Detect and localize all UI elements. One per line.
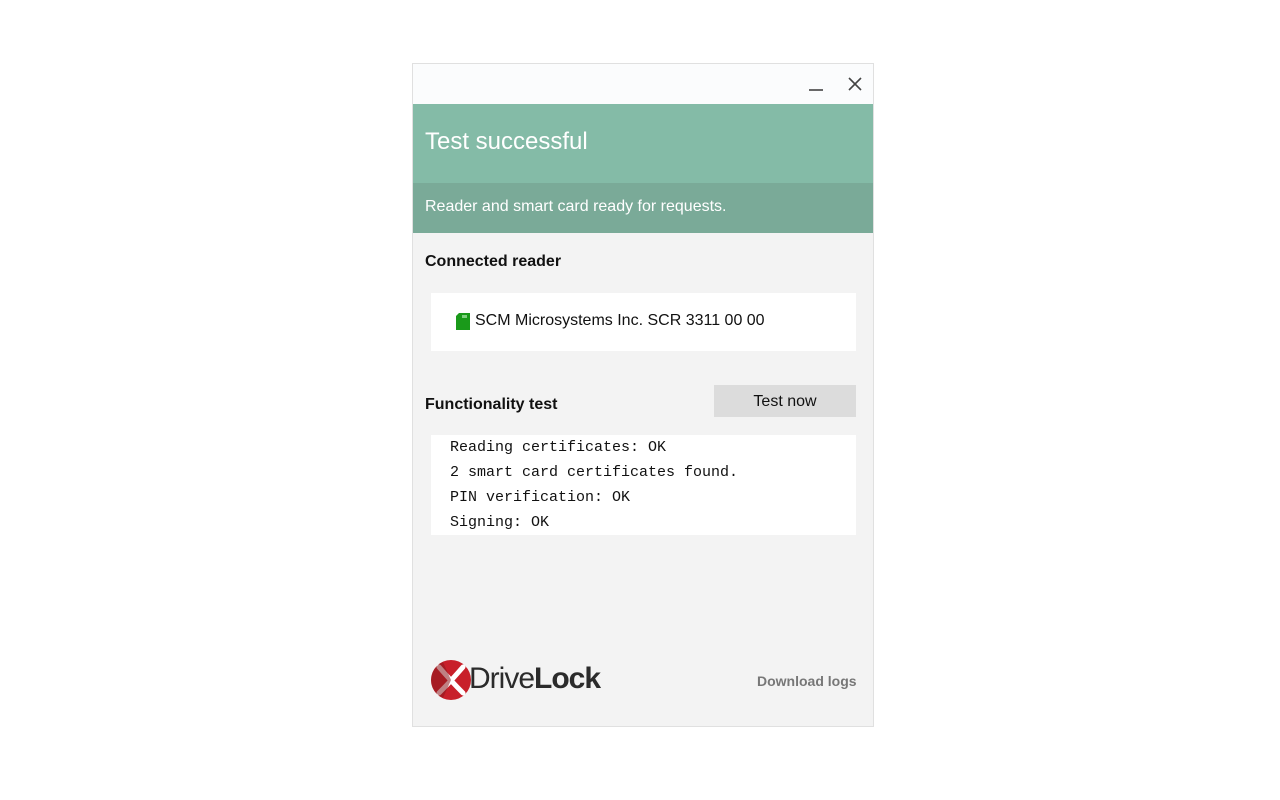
title-bar	[413, 64, 873, 104]
reader-name: SCM Microsystems Inc. SCR 3311 00 00	[475, 312, 765, 329]
drivelock-wordmark: DriveLock	[469, 662, 601, 696]
close-button[interactable]	[843, 72, 867, 96]
reader-item: SCM Microsystems Inc. SCR 3311 00 00	[431, 293, 856, 351]
logo-lock-text: Lock	[534, 662, 601, 695]
status-banner: Test successful	[413, 104, 873, 183]
minimize-button[interactable]	[804, 72, 828, 96]
status-subtitle: Reader and smart card ready for requests…	[425, 198, 727, 215]
test-output: Reading certificates: OK 2 smart card ce…	[431, 435, 856, 535]
drivelock-logo: DriveLock	[431, 658, 613, 702]
drivelock-x-logo-icon	[431, 660, 471, 700]
functionality-test-heading: Functionality test	[425, 396, 558, 413]
status-subtitle-bar: Reader and smart card ready for requests…	[413, 183, 873, 233]
smart-card-icon	[456, 313, 470, 330]
output-line: Signing: OK	[450, 514, 550, 531]
output-line: PIN verification: OK	[450, 489, 631, 506]
close-icon	[848, 77, 862, 91]
output-line: Reading certificates: OK	[450, 439, 667, 456]
test-now-button[interactable]: Test now	[714, 385, 856, 417]
status-title: Test successful	[425, 128, 588, 155]
download-logs-link[interactable]: Download logs	[757, 673, 857, 689]
connected-reader-heading: Connected reader	[425, 253, 562, 270]
output-line: 2 smart card certificates found.	[450, 464, 739, 481]
minimize-icon	[809, 89, 823, 91]
app-window: Test successful Reader and smart card re…	[412, 63, 874, 727]
logo-drive-text: Drive	[469, 662, 535, 695]
